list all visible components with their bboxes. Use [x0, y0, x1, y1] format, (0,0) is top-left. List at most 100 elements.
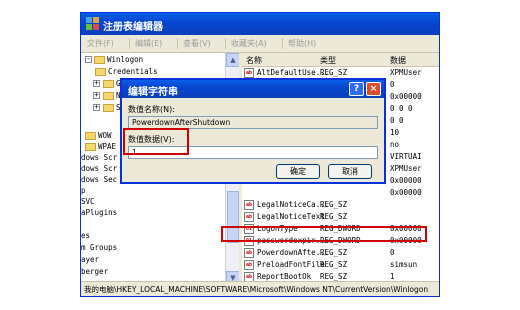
scroll-up-icon[interactable]: ▲: [226, 53, 239, 67]
column-data[interactable]: 数据: [390, 55, 406, 66]
cancel-button[interactable]: 取消: [328, 164, 372, 179]
ok-button[interactable]: 确定: [276, 164, 320, 179]
dialog-title: 编辑字符串: [128, 87, 178, 98]
value-type: REG_SZ: [320, 200, 348, 209]
tree-item-winlogon[interactable]: - Winlogon: [85, 55, 235, 65]
tree-item[interactable]: Credentials: [95, 67, 235, 77]
list-row[interactable]: 0x00000: [242, 187, 439, 199]
window-title: 注册表编辑器: [103, 22, 163, 33]
string-value-icon: ab: [244, 68, 254, 78]
value-data: VIRTUAI: [390, 152, 422, 161]
value-type: REG_DWORD: [320, 236, 361, 245]
value-data: 0x00000: [390, 92, 422, 101]
value-name: LegalNoticeText: [257, 212, 325, 221]
tree-item[interactable]: ayer: [81, 255, 99, 264]
tree-item-label: WPAE: [98, 142, 117, 151]
list-row[interactable]: ab PowerdownAfte... REG_SZ 0: [242, 247, 439, 259]
menu-separator: [282, 38, 283, 49]
status-bar: 我的电脑\HKEY_LOCAL_MACHINE\SOFTWARE\Microso…: [81, 281, 439, 296]
collapse-icon[interactable]: -: [85, 56, 92, 63]
folder-icon: [95, 68, 106, 76]
value-data: no: [390, 140, 400, 149]
list-row[interactable]: ab LegalNoticeCa... REG_SZ: [242, 199, 439, 211]
menu-favorites[interactable]: 收藏夹(A): [231, 38, 267, 49]
value-data: 0: [390, 248, 395, 257]
tree-item[interactable]: m Groups: [81, 243, 117, 252]
value-data: 0x00000: [390, 236, 422, 245]
menu-separator: [225, 38, 226, 49]
folder-open-icon: [94, 56, 105, 64]
value-type: REG_SZ: [320, 68, 348, 77]
value-data: 1: [390, 272, 395, 281]
value-data: XPMUser: [390, 164, 422, 173]
menu-separator: [129, 38, 130, 49]
expand-icon[interactable]: +: [93, 92, 100, 99]
value-name: LogonType: [257, 224, 298, 233]
list-header: 名称 类型 数据: [242, 53, 439, 67]
value-name: LegalNoticeCa...: [257, 200, 330, 209]
string-value-icon: ab: [244, 260, 254, 270]
close-icon[interactable]: ×: [366, 82, 381, 96]
column-name[interactable]: 名称: [246, 55, 262, 66]
value-name: PowerdownAfte...: [257, 248, 330, 257]
list-row[interactable]: ab PreloadFontFile REG_SZ simsun: [242, 259, 439, 271]
tree-item[interactable]: dows Sec: [81, 175, 117, 184]
value-data: 0x00000: [390, 176, 422, 185]
binary-value-icon: 01: [244, 224, 254, 234]
dialog-title-bar[interactable]: 编辑字符串 ? ×: [122, 80, 384, 98]
folder-icon: [103, 92, 114, 100]
tree-item[interactable]: dows Scr: [81, 164, 117, 173]
title-bar[interactable]: 注册表编辑器: [81, 13, 439, 35]
regedit-icon: [86, 17, 99, 30]
value-data-label: 数值数据(V):: [128, 135, 175, 144]
string-value-icon: ab: [244, 200, 254, 210]
value-data: 0 0: [390, 116, 404, 125]
tree-item[interactable]: es: [81, 231, 90, 240]
status-path: 我的电脑\HKEY_LOCAL_MACHINE\SOFTWARE\Microso…: [84, 285, 429, 294]
column-type[interactable]: 类型: [320, 55, 336, 66]
expand-icon[interactable]: +: [93, 104, 100, 111]
menu-edit[interactable]: 编辑(E): [135, 38, 162, 49]
value-type: REG_SZ: [320, 248, 348, 257]
tree-item[interactable]: berger: [81, 267, 108, 276]
list-row[interactable]: 01 LogonType REG_DWORD 0x00000: [242, 223, 439, 235]
value-data: 0: [390, 80, 395, 89]
value-name-field: PowerdownAfterShutdown: [128, 116, 378, 129]
value-name: PreloadFontFile: [257, 260, 325, 269]
folder-icon: [85, 143, 96, 151]
tree-item-label: WOW: [98, 131, 112, 140]
scroll-thumb[interactable]: [227, 191, 239, 243]
tree-item[interactable]: p: [81, 186, 86, 195]
value-name: AltDefaultUse...: [257, 68, 330, 77]
menu-file[interactable]: 文件(F): [87, 38, 114, 49]
binary-value-icon: 01: [244, 236, 254, 246]
menu-view[interactable]: 查看(V): [183, 38, 211, 49]
value-name: passwordexpir...: [257, 236, 330, 245]
menu-help[interactable]: 帮助(H): [288, 38, 316, 49]
help-icon[interactable]: ?: [349, 82, 364, 96]
tree-item[interactable]: aPlugins: [81, 208, 117, 217]
value-type: REG_DWORD: [320, 224, 361, 233]
value-data: 0x00000: [390, 188, 422, 197]
string-value-icon: ab: [244, 248, 254, 258]
value-type: REG_SZ: [320, 272, 348, 281]
value-data: XPMUser: [390, 68, 422, 77]
value-data-input[interactable]: 1: [128, 146, 378, 159]
string-value-icon: ab: [244, 212, 254, 222]
value-data: 0x00000: [390, 224, 422, 233]
value-type: REG_SZ: [320, 260, 348, 269]
tree-item[interactable]: dows Scr: [81, 153, 117, 162]
expand-icon[interactable]: +: [93, 80, 100, 87]
folder-icon: [103, 80, 114, 88]
menu-bar: 文件(F) 编辑(E) 查看(V) 收藏夹(A) 帮助(H): [81, 35, 439, 53]
folder-icon: [103, 104, 114, 112]
tree-item-label: Winlogon: [107, 55, 144, 64]
value-data: simsun: [390, 260, 418, 269]
edit-string-dialog: 编辑字符串 ? × 数值名称(N): PowerdownAfterShutdow…: [120, 78, 386, 184]
tree-item[interactable]: SVC: [81, 197, 95, 206]
list-row[interactable]: 01 passwordexpir... REG_DWORD 0x00000: [242, 235, 439, 247]
folder-icon: [85, 132, 96, 140]
value-data: 0 0 0: [390, 104, 413, 113]
value-name: ReportBootOk: [257, 272, 312, 281]
list-row[interactable]: ab LegalNoticeText REG_SZ: [242, 211, 439, 223]
